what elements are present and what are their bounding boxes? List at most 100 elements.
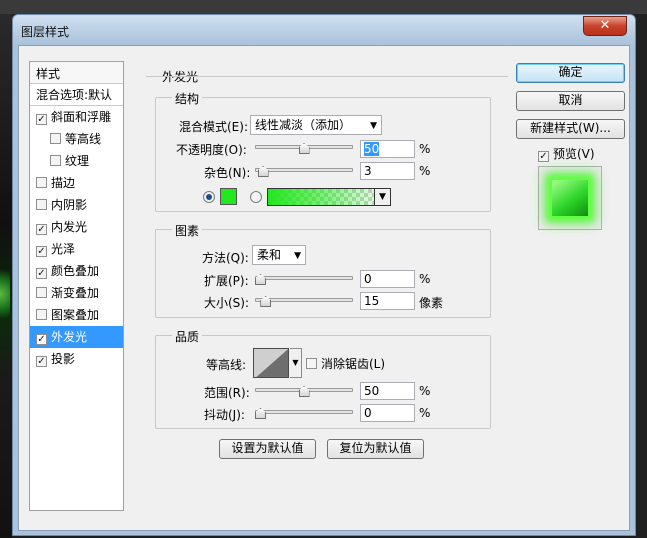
dialog-body: 样式 混合选项:默认 ✓ 斜面和浮雕等高线纹理描边内阴影 ✓ 内发光 ✓ 光泽 ✓ 颜色叠加渐… — [18, 45, 630, 531]
background-glow — [0, 262, 10, 326]
contour-preview[interactable] — [253, 348, 289, 378]
blend-mode-select[interactable]: 线性减淡（添加） ▼ — [250, 115, 382, 135]
style-item[interactable]: 图案叠加 — [30, 304, 123, 326]
chevron-down-icon[interactable]: ▼ — [374, 189, 390, 205]
range-label: 范围(R): — [204, 386, 250, 400]
anti-alias-checkbox[interactable] — [306, 358, 317, 369]
range-field[interactable]: 50 — [360, 382, 415, 400]
method-label: 方法(Q): — [202, 251, 249, 265]
spread-value: 0 — [364, 272, 372, 286]
style-item-checkbox[interactable] — [50, 155, 61, 166]
style-item-label: 图案叠加 — [51, 308, 100, 322]
size-value: 15 — [364, 294, 380, 308]
chevron-down-icon: ▼ — [294, 251, 301, 261]
style-item-checkbox[interactable]: ✓ — [36, 268, 47, 279]
blend-mode-label: 混合模式(E): — [179, 120, 248, 134]
style-item-checkbox[interactable] — [36, 199, 47, 210]
jitter-field[interactable]: 0 — [360, 404, 415, 422]
style-item-checkbox[interactable]: ✓ — [36, 334, 47, 345]
anti-alias-option[interactable]: 消除锯齿(L) — [306, 355, 385, 372]
contour-curve-icon — [254, 349, 288, 377]
method-value: 柔和 — [257, 248, 282, 262]
style-item-checkbox[interactable] — [50, 133, 61, 144]
style-item[interactable]: 等高线 — [30, 128, 123, 150]
style-item[interactable]: 内阴影 — [30, 194, 123, 216]
dialog-title: 图层样式 — [21, 25, 70, 39]
jitter-slider-track[interactable] — [255, 410, 353, 414]
style-item[interactable]: ✓ 斜面和浮雕 — [30, 106, 123, 128]
noise-value: 3 — [364, 164, 372, 178]
blend-mode-value: 线性减淡（添加） — [255, 118, 352, 132]
style-item-label: 颜色叠加 — [51, 264, 100, 278]
style-item-label: 内阴影 — [51, 198, 88, 212]
range-unit: % — [419, 384, 431, 398]
noise-slider-track[interactable] — [255, 168, 353, 172]
glow-color-swatch[interactable] — [220, 188, 237, 205]
chevron-down-icon: ▼ — [370, 121, 377, 131]
style-item-label: 外发光 — [51, 330, 88, 344]
style-list-header[interactable]: 样式 — [30, 62, 123, 84]
style-item-checkbox[interactable]: ✓ — [36, 114, 47, 125]
blend-options-item[interactable]: 混合选项:默认 — [30, 84, 123, 106]
cancel-button[interactable]: 取消 — [516, 91, 625, 111]
style-item-checkbox[interactable] — [36, 309, 47, 320]
method-select[interactable]: 柔和 ▼ — [252, 245, 306, 265]
jitter-unit: % — [419, 406, 431, 420]
style-item[interactable]: ✓ 光泽 — [30, 238, 123, 260]
reset-default-button[interactable]: 复位为默认值 — [327, 439, 424, 459]
spread-label: 扩展(P): — [204, 274, 249, 288]
style-item[interactable]: 描边 — [30, 172, 123, 194]
jitter-label: 抖动(J): — [204, 408, 245, 422]
background-strip — [0, 0, 647, 14]
style-item-label: 等高线 — [65, 132, 102, 146]
spread-field[interactable]: 0 — [360, 270, 415, 288]
size-field[interactable]: 15 — [360, 292, 415, 310]
set-default-button[interactable]: 设置为默认值 — [219, 439, 316, 459]
jitter-value: 0 — [364, 406, 372, 420]
opacity-unit: % — [419, 142, 431, 156]
title-bar[interactable]: 图层样式 ✕ — [13, 15, 635, 45]
style-item-checkbox[interactable]: ✓ — [36, 356, 47, 367]
style-item-checkbox[interactable]: ✓ — [36, 246, 47, 257]
style-item-label: 光泽 — [51, 242, 76, 256]
style-item-label: 斜面和浮雕 — [51, 110, 112, 124]
gradient-picker[interactable]: ▼ — [267, 188, 391, 206]
gradient-radio[interactable] — [250, 191, 262, 203]
chevron-down-icon: ▼ — [292, 358, 299, 367]
contour-dropdown[interactable]: ▼ — [290, 348, 302, 378]
opacity-field[interactable]: 50 — [360, 140, 415, 158]
range-value: 50 — [364, 384, 380, 398]
close-icon: ✕ — [599, 18, 611, 33]
style-item-label: 内发光 — [51, 220, 88, 234]
style-item[interactable]: ✓ 内发光 — [30, 216, 123, 238]
style-item-checkbox[interactable] — [36, 177, 47, 188]
style-item-checkbox[interactable] — [36, 287, 47, 298]
elements-title: 图素 — [172, 222, 203, 239]
style-item[interactable]: ✓ 颜色叠加 — [30, 260, 123, 282]
style-item-label: 投影 — [51, 352, 76, 366]
quality-title: 品质 — [172, 328, 203, 345]
style-item[interactable]: ✓ 外发光 — [30, 326, 123, 348]
style-item-label: 描边 — [51, 176, 76, 190]
style-item-label: 渐变叠加 — [51, 286, 100, 300]
style-item[interactable]: 渐变叠加 — [30, 282, 123, 304]
style-item-checkbox[interactable]: ✓ — [36, 224, 47, 235]
close-button[interactable]: ✕ — [583, 16, 627, 36]
size-label: 大小(S): — [204, 296, 250, 310]
noise-field[interactable]: 3 — [360, 162, 415, 180]
style-items: ✓ 斜面和浮雕等高线纹理描边内阴影 ✓ 内发光 ✓ 光泽 ✓ 颜色叠加渐变叠加图案叠加 ✓ 外发光… — [30, 106, 123, 370]
style-item[interactable]: ✓ 投影 — [30, 348, 123, 370]
preview-option[interactable]: ✓ 预览(V) — [538, 145, 595, 162]
color-radio[interactable] — [203, 191, 215, 203]
anti-alias-label: 消除锯齿(L) — [321, 357, 386, 371]
style-item[interactable]: 纹理 — [30, 150, 123, 172]
spread-slider-track[interactable] — [255, 276, 353, 280]
noise-unit: % — [419, 164, 431, 178]
ok-button[interactable]: 确定 — [516, 63, 625, 83]
preview-checkbox[interactable]: ✓ — [538, 151, 549, 162]
size-unit: 像素 — [419, 296, 444, 310]
noise-label: 杂色(N): — [204, 166, 251, 180]
new-style-button[interactable]: 新建样式(W)... — [516, 119, 625, 139]
background-right-edge — [636, 14, 647, 538]
structure-title: 结构 — [172, 90, 203, 107]
